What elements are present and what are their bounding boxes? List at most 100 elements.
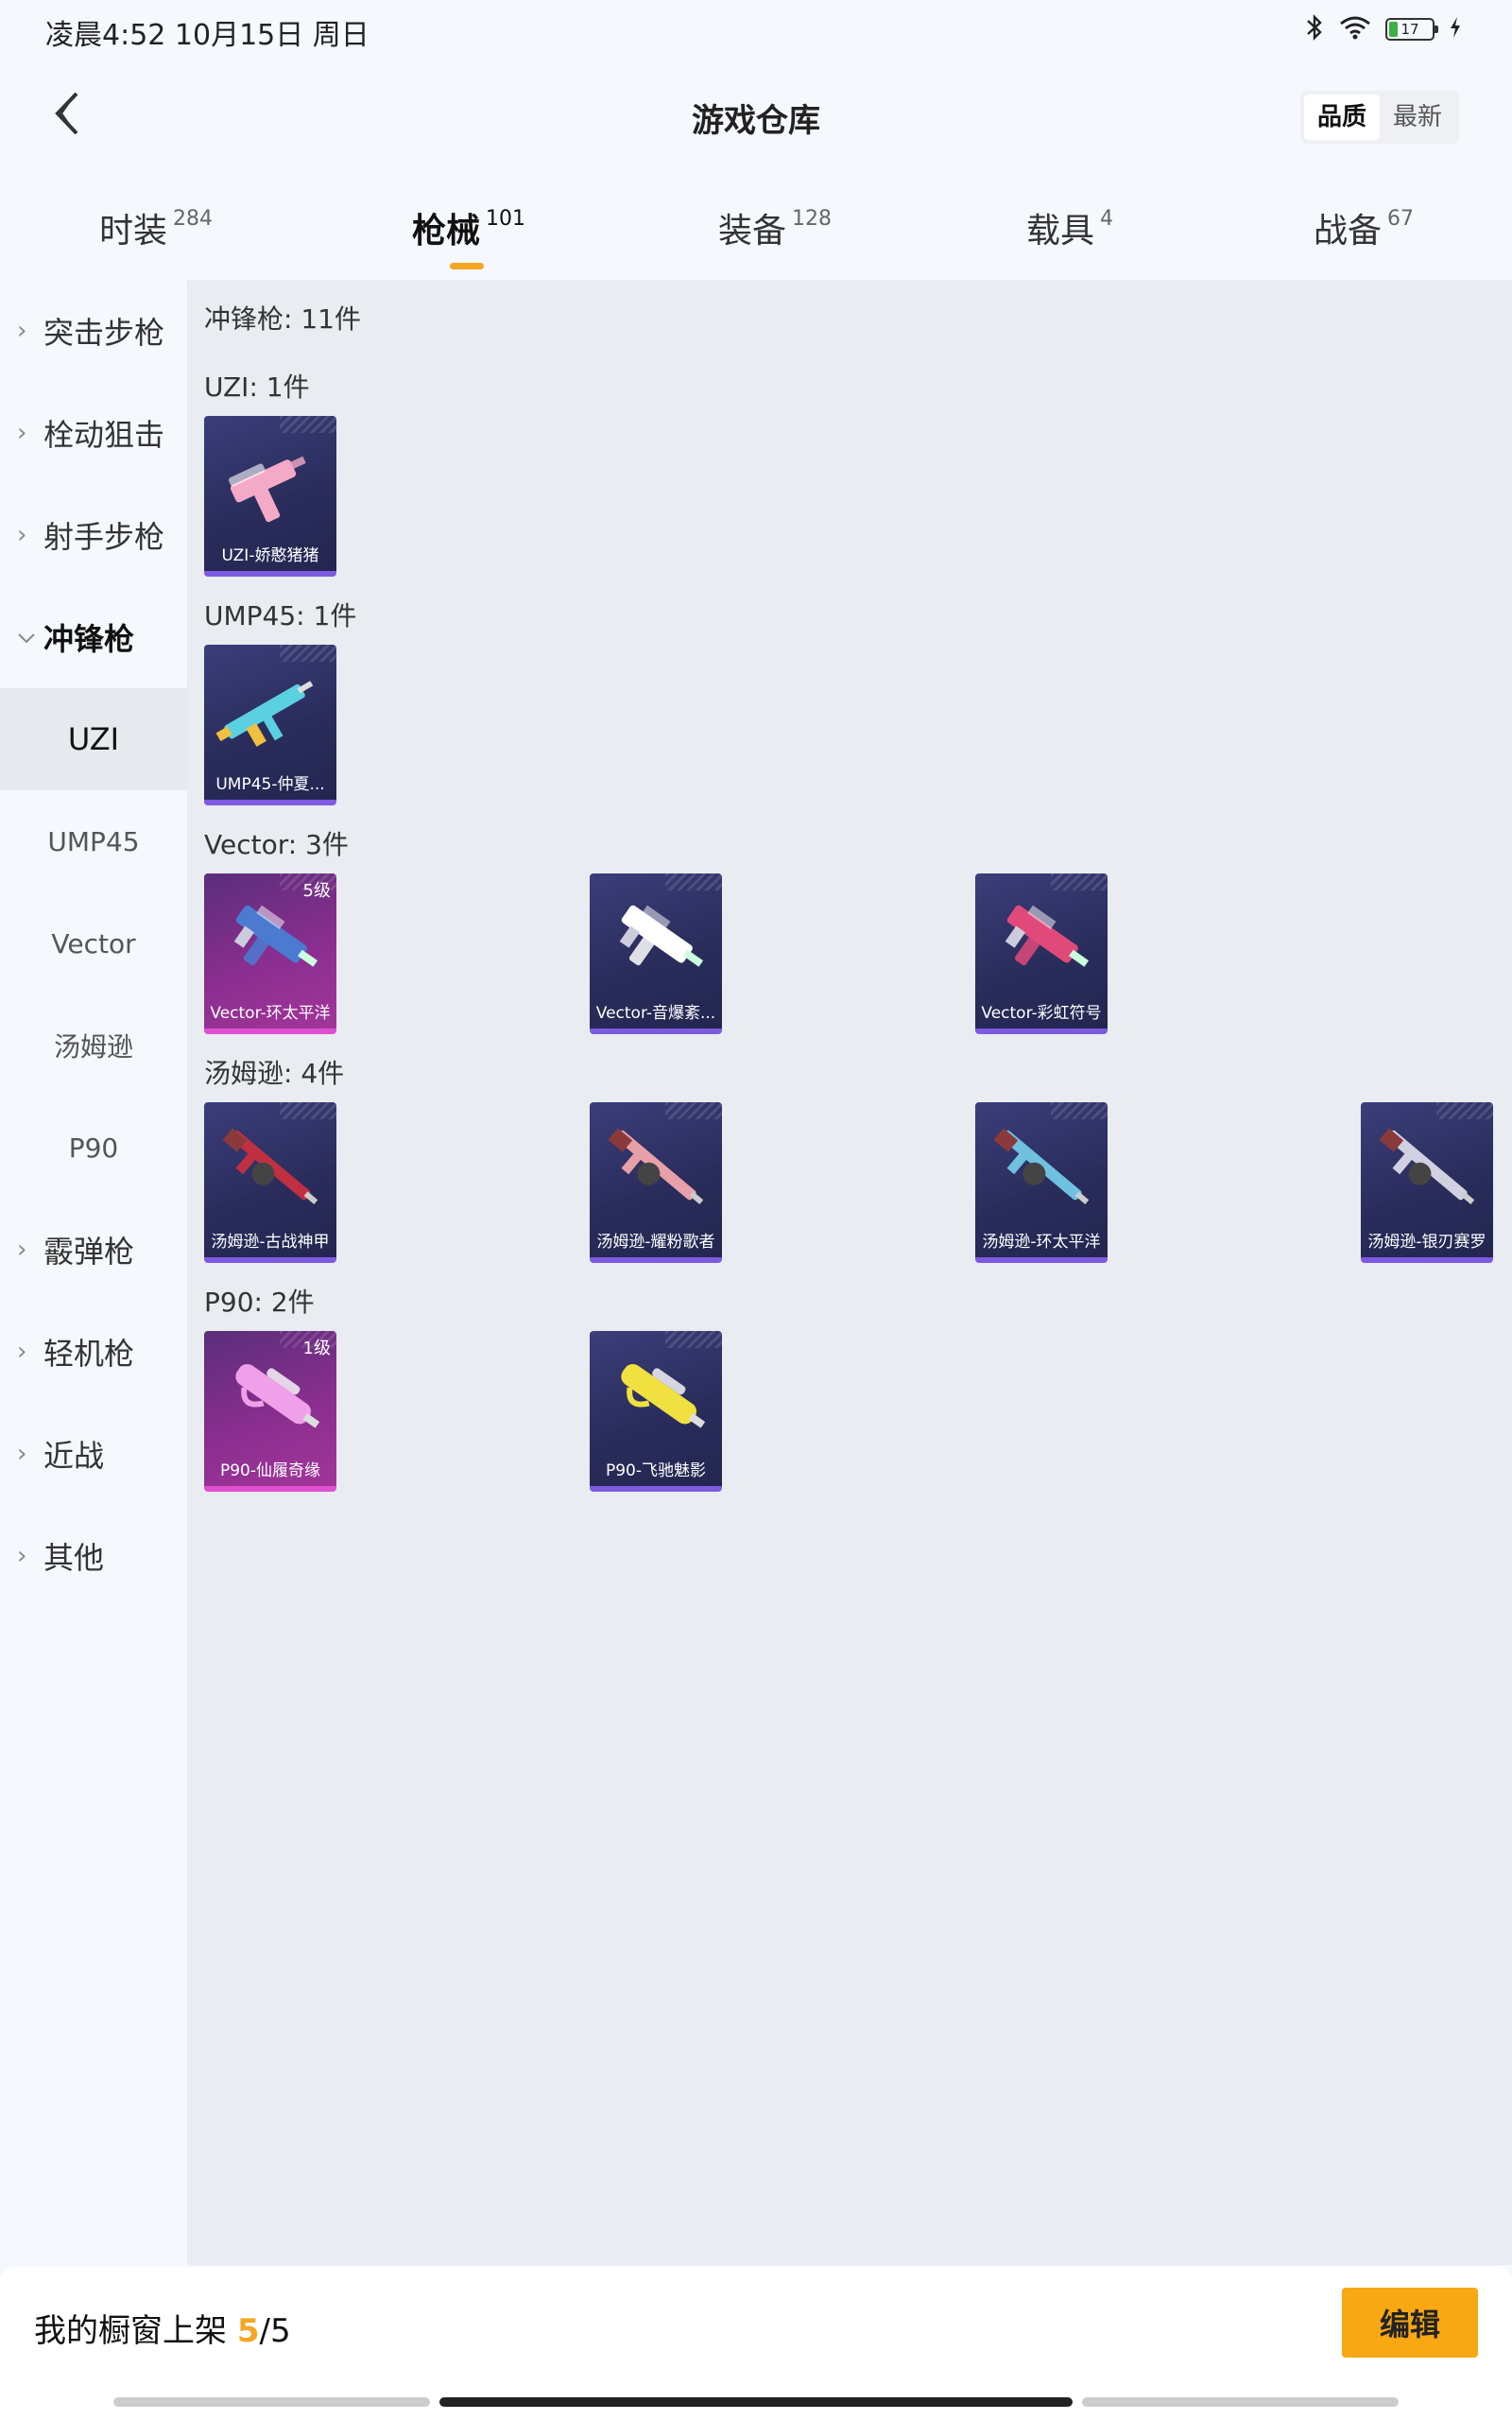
card-corner-pattern xyxy=(665,873,722,890)
weapon-image xyxy=(1379,1128,1475,1204)
tab-vehicles[interactable]: 载具 4 xyxy=(1026,203,1113,269)
weapon-card[interactable]: 汤姆逊-银刃赛罗 xyxy=(1361,1102,1493,1263)
sidebar-subitem-vector[interactable]: Vector xyxy=(0,892,187,994)
edit-button[interactable]: 编辑 xyxy=(1342,2288,1478,2358)
card-corner-pattern xyxy=(665,1102,722,1119)
showcase-total-count: 5 xyxy=(269,2312,291,2350)
tab-count: 284 xyxy=(173,207,214,231)
weapon-name: Vector-音爆紊... xyxy=(595,1004,716,1023)
sidebar-item-marksman-rifle[interactable]: › 射手步枪 xyxy=(0,484,187,586)
tab-battle-gear[interactable]: 战备 67 xyxy=(1314,203,1414,269)
page-title: 游戏仓库 xyxy=(692,102,820,140)
chevron-right-icon: › xyxy=(17,1236,27,1264)
group-heading: 汤姆逊: 4件 xyxy=(204,1058,345,1089)
weapon-name: 汤姆逊-古战神甲 xyxy=(211,1233,330,1252)
weapon-image xyxy=(993,1128,1090,1204)
showcase-bar: 我的橱窗上架 5/5 编辑 xyxy=(0,2267,1512,2390)
wifi-icon xyxy=(1338,14,1372,44)
card-corner-pattern xyxy=(280,1102,336,1119)
weapon-card[interactable]: 1级 P90-仙履奇缘 xyxy=(204,1331,336,1492)
weapon-card[interactable]: Vector-音爆紊... xyxy=(590,873,722,1034)
weapon-inventory-panel: 冲锋枪: 11件 UZI: 1件 UZI-娇憨猪猪 UMP45: 1件 UMP4… xyxy=(187,280,1512,2265)
chevron-right-icon: › xyxy=(17,1542,27,1570)
weapon-name: Vector-环太平洋 xyxy=(210,1004,331,1023)
sidebar-subitem-uzi[interactable]: UZI xyxy=(0,688,187,790)
weapon-card[interactable]: 汤姆逊-环太平洋 xyxy=(975,1102,1108,1263)
card-corner-pattern xyxy=(280,645,336,662)
weapon-image xyxy=(228,456,306,523)
bluetooth-icon xyxy=(1304,13,1325,45)
weapon-card[interactable]: P90-飞驰魅影 xyxy=(590,1331,722,1492)
card-corner-pattern xyxy=(1051,1102,1108,1119)
sidebar-item-label: 冲锋枪 xyxy=(43,621,135,657)
battery-level: 17 xyxy=(1400,21,1419,38)
weapon-card[interactable]: Vector-彩虹符号 xyxy=(975,873,1108,1034)
sidebar-item-label: 其他 xyxy=(43,1540,105,1576)
sidebar-item-assault-rifle[interactable]: › 突击步枪 xyxy=(0,280,187,382)
sidebar-item-lmg[interactable]: › 轻机枪 xyxy=(0,1301,187,1403)
sort-toggle: 品质 最新 xyxy=(1299,91,1459,144)
sidebar-item-label: 突击步枪 xyxy=(43,315,165,351)
weapon-image xyxy=(233,905,318,967)
weapon-name: P90-飞驰魅影 xyxy=(605,1461,707,1480)
group-heading: P90: 2件 xyxy=(204,1287,315,1318)
charging-icon xyxy=(1448,15,1463,43)
weapon-image xyxy=(619,905,704,967)
sidebar-subitem-ump45[interactable]: UMP45 xyxy=(0,790,187,892)
weapon-name: UZI-娇憨猪猪 xyxy=(221,546,319,565)
tab-fashion[interactable]: 时装 284 xyxy=(99,203,213,269)
weapon-name: 汤姆逊-环太平洋 xyxy=(982,1233,1101,1252)
tab-label: 装备 xyxy=(718,212,787,251)
sidebar-item-smg[interactable]: 冲锋枪 xyxy=(0,586,187,688)
sidebar-item-label: 近战 xyxy=(43,1438,105,1474)
sort-newest-option[interactable]: 最新 xyxy=(1380,95,1455,140)
tab-firearms[interactable]: 枪械 101 xyxy=(412,203,525,269)
weapon-card[interactable]: 5级 Vector-环太平洋 xyxy=(204,873,336,1034)
weapon-card[interactable]: 汤姆逊-古战神甲 xyxy=(204,1102,336,1263)
sidebar-subitem-p90[interactable]: P90 xyxy=(0,1097,187,1199)
chevron-right-icon: › xyxy=(17,419,27,447)
sidebar-item-other[interactable]: › 其他 xyxy=(0,1505,187,1607)
category-tabs: 时装 284 枪械 101 装备 128 载具 4 战备 67 xyxy=(0,184,1512,279)
tab-label: 载具 xyxy=(1026,212,1095,251)
weapon-image xyxy=(608,1128,704,1204)
weapon-image xyxy=(215,681,314,747)
weapon-level-badge: 5级 xyxy=(302,881,331,901)
status-icons: 17 xyxy=(1304,13,1463,45)
active-tab-indicator xyxy=(450,263,484,269)
tab-equipment[interactable]: 装备 128 xyxy=(718,203,832,269)
weapon-name: Vector-彩虹符号 xyxy=(981,1004,1102,1023)
tab-label: 战备 xyxy=(1314,212,1383,251)
gesture-bar-center[interactable] xyxy=(439,2397,1073,2407)
sidebar-item-bolt-sniper[interactable]: › 栓动狙击 xyxy=(0,382,187,484)
chevron-down-icon xyxy=(17,623,40,651)
weapon-name: P90-仙履奇缘 xyxy=(219,1461,321,1480)
weapon-image xyxy=(235,1363,320,1428)
sort-quality-option[interactable]: 品质 xyxy=(1303,95,1380,140)
weapon-image xyxy=(222,1128,318,1204)
sidebar-subitem-thompson[interactable]: 汤姆逊 xyxy=(0,994,187,1097)
chevron-right-icon: › xyxy=(17,317,27,345)
sidebar-item-melee[interactable]: › 近战 xyxy=(0,1403,187,1505)
sidebar-item-shotgun[interactable]: › 霰弹枪 xyxy=(0,1199,187,1301)
tab-count: 67 xyxy=(1387,207,1415,231)
status-bar: 凌晨4:52 10月15日 周日 17 xyxy=(0,0,1512,57)
header: 游戏仓库 品质 最新 xyxy=(0,57,1512,170)
tab-count: 128 xyxy=(792,207,833,231)
card-corner-pattern xyxy=(1051,873,1108,890)
battery-icon: 17 xyxy=(1385,18,1438,41)
chevron-right-icon: › xyxy=(17,1338,27,1366)
gesture-bar-right xyxy=(1082,2397,1399,2407)
weapon-name: 汤姆逊-银刃赛罗 xyxy=(1367,1233,1486,1252)
weapon-category-sidebar: › 突击步枪 › 栓动狙击 › 射手步枪 冲锋枪 UZI UMP45 Vecto… xyxy=(0,280,187,2265)
weapon-card[interactable]: UMP45-仲夏... xyxy=(204,645,336,805)
weapon-card[interactable]: 汤姆逊-耀粉歌者 xyxy=(590,1102,722,1263)
weapon-image xyxy=(1005,905,1090,967)
tab-label: 时装 xyxy=(99,212,168,251)
weapon-card[interactable]: UZI-娇憨猪猪 xyxy=(204,416,336,577)
weapon-level-badge: 1级 xyxy=(302,1339,331,1358)
sidebar-item-label: 射手步枪 xyxy=(43,519,165,555)
status-time: 凌晨4:52 10月15日 周日 xyxy=(45,19,369,52)
group-heading: UZI: 1件 xyxy=(204,372,310,403)
tab-count: 4 xyxy=(1100,207,1114,231)
